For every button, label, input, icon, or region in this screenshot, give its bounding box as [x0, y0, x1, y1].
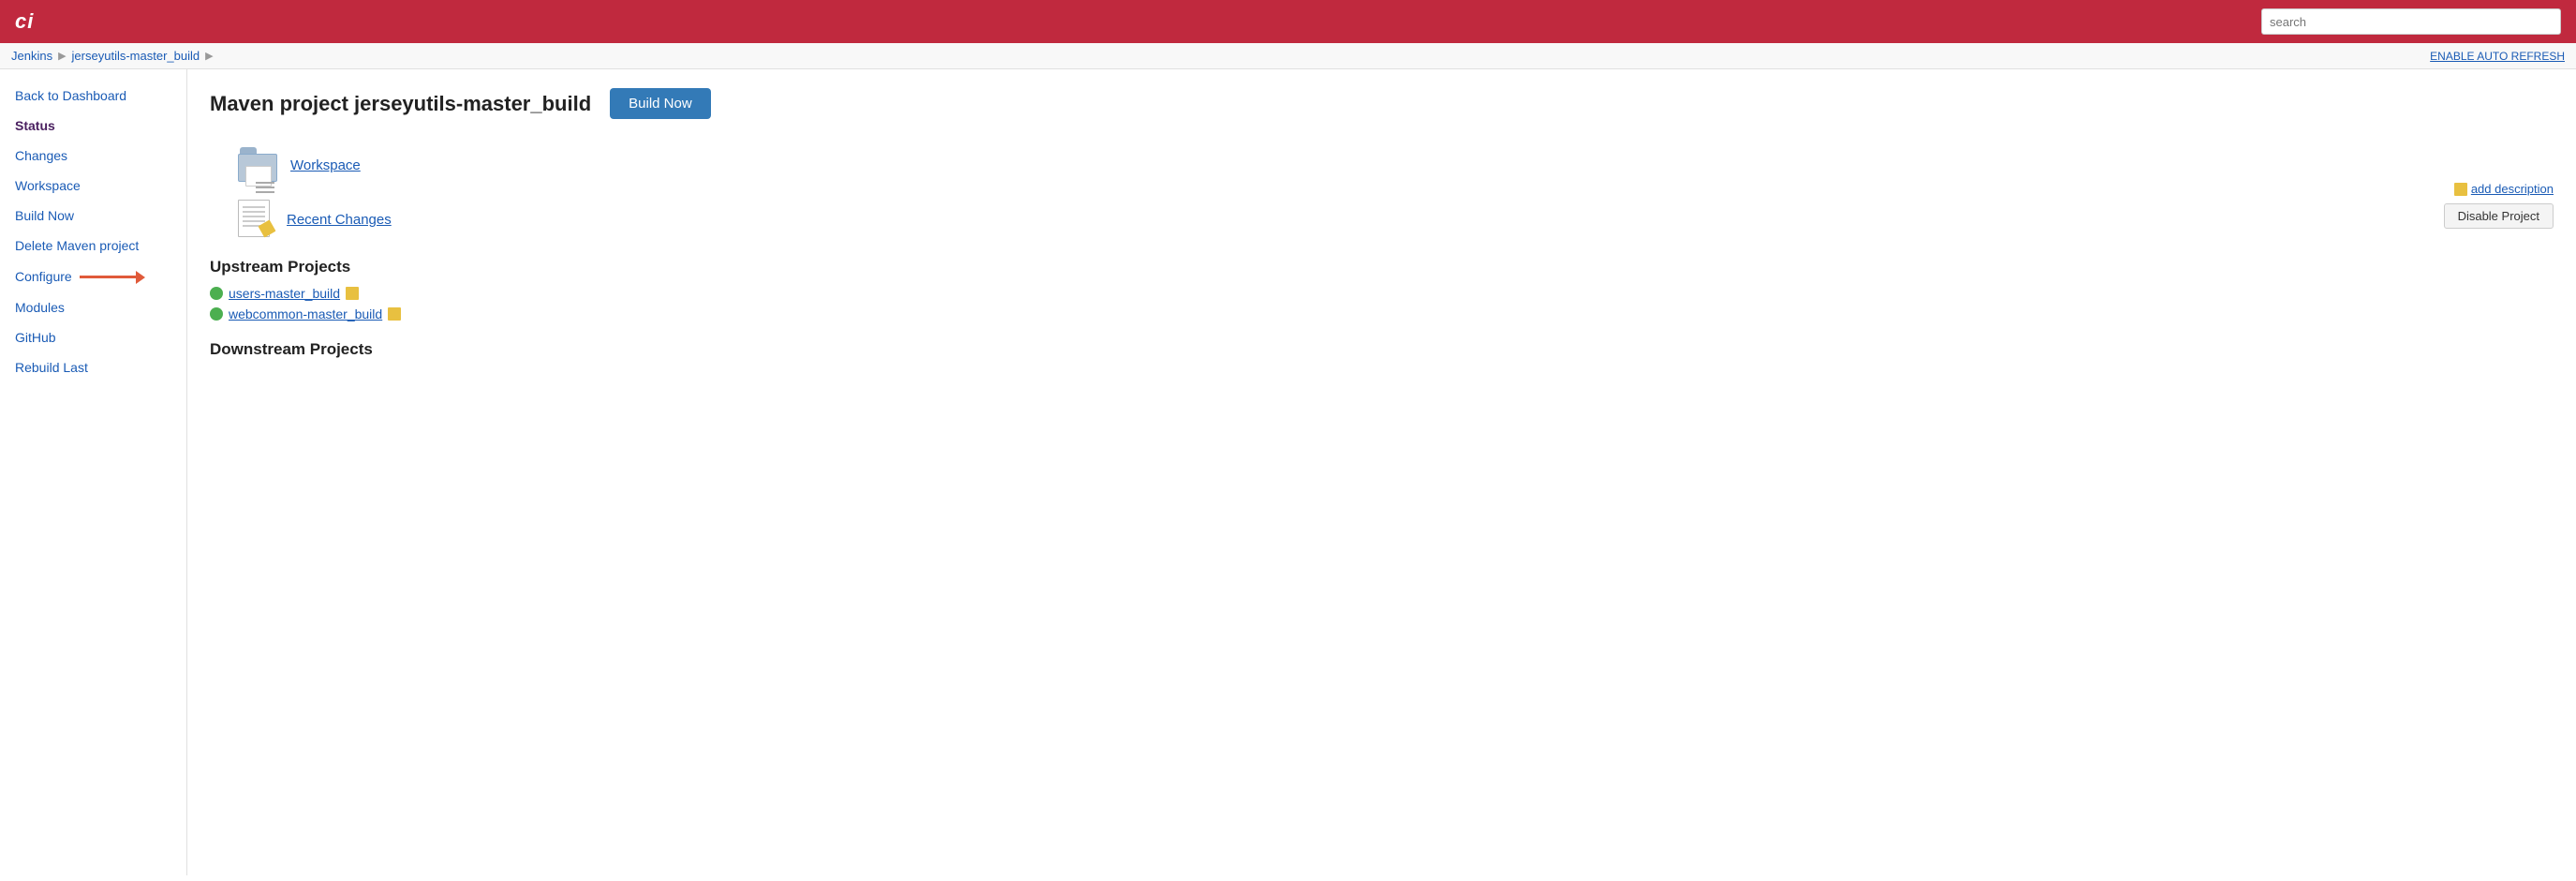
enable-auto-refresh-link[interactable]: ENABLE AUTO REFRESH [2430, 50, 2565, 63]
breadcrumb-sep-1: ▶ [58, 50, 66, 62]
recent-changes-row: Recent Changes [238, 200, 2554, 239]
edit-icon [2454, 183, 2467, 196]
upstream-project-edit-icon-1[interactable] [388, 307, 401, 321]
icon-links-section: Workspace Recent Ch [238, 147, 2554, 239]
upstream-project-row-0: users-master_build [210, 286, 2554, 301]
upstream-project-edit-icon-0[interactable] [346, 287, 359, 300]
sidebar-item-workspace[interactable]: Workspace [0, 171, 186, 201]
upstream-project-row-1: webcommon-master_build [210, 306, 2554, 321]
breadcrumb-sep-2: ▶ [205, 50, 213, 62]
top-right-actions: add description Disable Project [2444, 182, 2554, 229]
upstream-project-link-0[interactable]: users-master_build [229, 286, 340, 301]
header: ci [0, 0, 2576, 43]
workspace-folder-icon [238, 147, 277, 183]
disable-project-button[interactable]: Disable Project [2444, 203, 2554, 229]
status-section-title: Status [0, 111, 186, 141]
sidebar-item-configure[interactable]: Configure [0, 261, 186, 292]
status-dot-green-0 [210, 287, 223, 300]
page-title-row: Maven project jerseyutils-master_build B… [210, 88, 2554, 119]
search-input[interactable] [2261, 8, 2561, 35]
sidebar-item-changes[interactable]: Changes [0, 141, 186, 171]
configure-arrow-icon [80, 268, 145, 285]
workspace-link[interactable]: Workspace [290, 157, 361, 173]
main-content: Maven project jerseyutils-master_build B… [187, 69, 2576, 875]
sidebar-item-build-now[interactable]: Build Now [0, 201, 186, 231]
downstream-projects-title: Downstream Projects [210, 340, 2554, 359]
breadcrumb: Jenkins ▶ jerseyutils-master_build ▶ ENA… [0, 43, 2576, 69]
back-to-dashboard-link[interactable]: Back to Dashboard [0, 81, 186, 111]
breadcrumb-items: Jenkins ▶ jerseyutils-master_build ▶ [11, 49, 215, 63]
upstream-project-link-1[interactable]: webcommon-master_build [229, 306, 382, 321]
breadcrumb-project[interactable]: jerseyutils-master_build [72, 49, 200, 63]
layout: Back to Dashboard Status Changes Workspa… [0, 69, 2576, 875]
page-title: Maven project jerseyutils-master_build [210, 92, 591, 116]
workspace-row: Workspace [238, 147, 2554, 183]
ci-logo: ci [15, 9, 34, 34]
sidebar-item-rebuild-last[interactable]: Rebuild Last [0, 352, 186, 382]
upstream-projects-title: Upstream Projects [210, 258, 2554, 276]
build-now-button[interactable]: Build Now [610, 88, 711, 119]
status-dot-green-1 [210, 307, 223, 321]
upstream-projects-list: users-master_build webcommon-master_buil… [210, 286, 2554, 321]
sidebar: Back to Dashboard Status Changes Workspa… [0, 69, 187, 875]
breadcrumb-jenkins[interactable]: Jenkins [11, 49, 52, 63]
sidebar-item-delete-maven[interactable]: Delete Maven project [0, 231, 186, 261]
add-description-link[interactable]: add description [2454, 182, 2554, 196]
recent-changes-doc-icon [238, 200, 274, 239]
sidebar-item-modules[interactable]: Modules [0, 292, 186, 322]
recent-changes-link[interactable]: Recent Changes [287, 212, 392, 228]
sidebar-item-github[interactable]: GitHub [0, 322, 186, 352]
